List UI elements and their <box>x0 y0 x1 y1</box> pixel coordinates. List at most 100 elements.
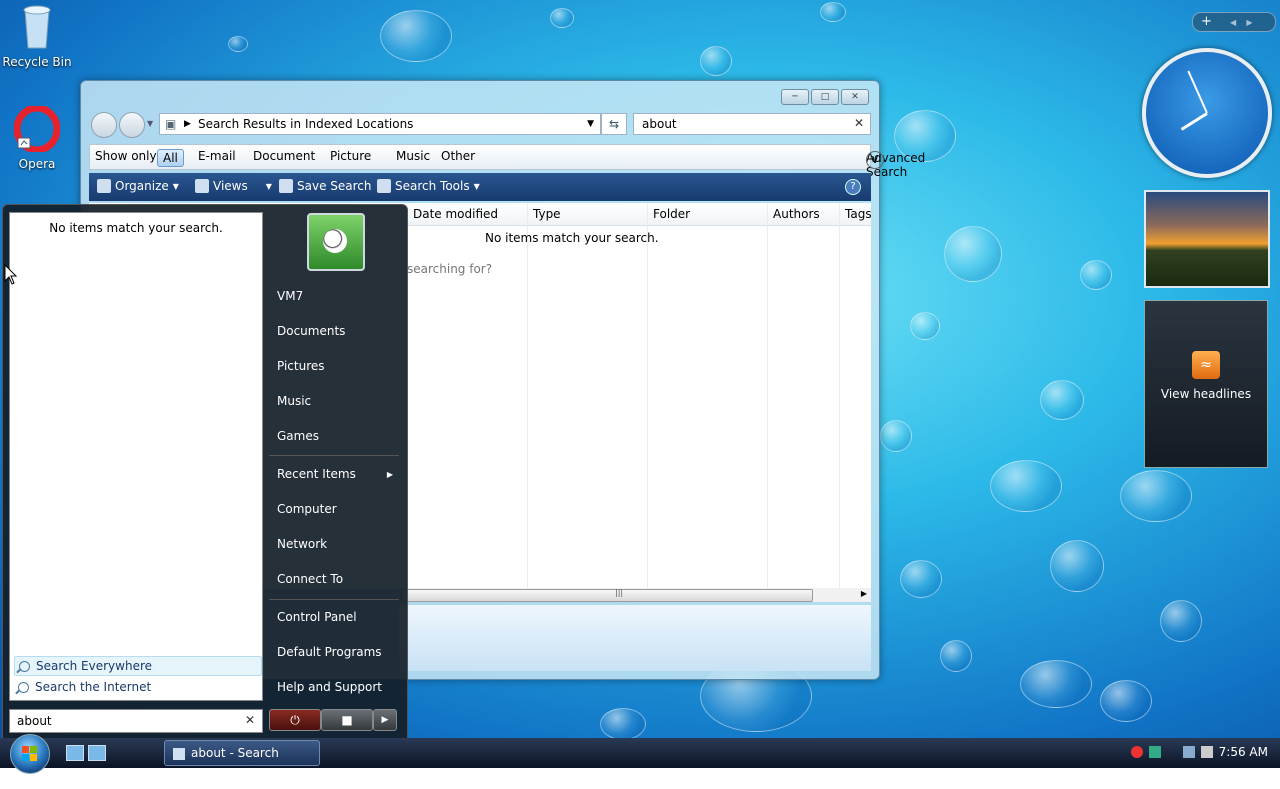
previous-icon[interactable]: ◀ <box>1230 18 1236 27</box>
start-button[interactable] <box>10 734 50 774</box>
mouse-cursor-icon <box>4 264 18 285</box>
user-picture[interactable] <box>307 213 365 271</box>
search-hint-text: searching for? <box>407 262 493 276</box>
address-dropdown-icon[interactable]: ▼ <box>587 114 594 134</box>
search-everywhere-link[interactable]: Search Everywhere <box>14 656 262 676</box>
search-tools-button[interactable]: Search Tools ▼ <box>377 179 480 193</box>
start-item-user[interactable]: VM7 <box>277 289 303 303</box>
filter-other[interactable]: Other <box>441 149 475 163</box>
column-type[interactable]: Type <box>533 207 561 221</box>
start-item-recent-items[interactable]: Recent Items <box>277 467 356 481</box>
search-internet-link[interactable]: Search the Internet <box>14 678 260 696</box>
desktop-icon-recycle-bin[interactable]: Recycle Bin <box>2 2 72 69</box>
shutdown-options-button[interactable]: ▶ <box>373 709 397 731</box>
bubble <box>900 560 942 598</box>
feed-headlines-gadget[interactable]: ≈ View headlines <box>1144 300 1268 468</box>
search-tools-icon <box>377 179 391 193</box>
start-item-music[interactable]: Music <box>277 394 311 408</box>
clear-search-icon[interactable]: ✕ <box>854 116 864 130</box>
minimize-button[interactable]: ─ <box>781 89 809 105</box>
start-menu-results: No items match your search. Search Every… <box>9 212 263 701</box>
help-icon[interactable]: ? <box>845 179 861 195</box>
search-tools-label: Search Tools <box>395 179 470 193</box>
dropdown-arrow-icon: ▼ <box>265 181 272 191</box>
scroll-right-icon[interactable]: ▶ <box>861 589 867 598</box>
start-item-default-programs[interactable]: Default Programs <box>277 645 382 659</box>
add-gadget-icon[interactable]: + <box>1201 14 1212 29</box>
bubble <box>910 312 940 340</box>
security-alert-icon[interactable] <box>1130 746 1143 758</box>
organize-button[interactable]: Organize ▼ <box>97 179 179 193</box>
save-search-button[interactable]: Save Search <box>279 179 372 193</box>
search-internet-label: Search the Internet <box>35 680 152 694</box>
bubble <box>550 8 574 28</box>
filter-document[interactable]: Document <box>253 149 315 163</box>
start-item-help-support[interactable]: Help and Support <box>277 680 382 694</box>
desktop-icon-opera[interactable]: Opera <box>2 104 72 171</box>
column-divider <box>647 203 648 589</box>
power-controls: ⏻ ■ ▶ <box>269 709 397 731</box>
start-item-documents[interactable]: Documents <box>277 324 345 338</box>
views-button[interactable]: Views ▼ <box>195 179 272 193</box>
power-button[interactable]: ⏻ <box>269 709 321 731</box>
back-button[interactable] <box>91 112 117 138</box>
maximize-button[interactable]: □ <box>811 89 839 105</box>
windows-defender-icon[interactable] <box>1148 746 1161 758</box>
clock-gadget[interactable] <box>1142 48 1272 178</box>
address-bar[interactable]: ▣ ▶ Search Results in Indexed Locations … <box>159 113 601 135</box>
volume-muted-icon[interactable] <box>1200 746 1213 758</box>
lock-button[interactable]: ■ <box>321 709 373 731</box>
column-divider <box>527 203 528 589</box>
horizontal-scrollbar[interactable]: ||| ▶ <box>401 588 871 602</box>
network-icon[interactable] <box>1182 746 1195 758</box>
show-desktop-icon[interactable] <box>66 745 84 761</box>
clear-search-icon[interactable]: ✕ <box>245 713 255 727</box>
refresh-button[interactable]: ⇆ <box>601 113 627 135</box>
filter-music[interactable]: Music <box>396 149 430 163</box>
close-button[interactable]: ✕ <box>841 89 869 105</box>
column-authors[interactable]: Authors <box>773 207 820 221</box>
bubble <box>1160 600 1202 642</box>
column-tags[interactable]: Tags <box>845 207 872 221</box>
slideshow-gadget[interactable] <box>1144 190 1270 288</box>
start-item-control-panel[interactable]: Control Panel <box>277 610 357 624</box>
next-icon[interactable]: ▶ <box>1246 18 1252 27</box>
power-icon: ⏻ <box>290 713 300 727</box>
chevron-down-icon: ∨ <box>866 151 884 169</box>
bubble <box>820 2 846 22</box>
start-search-input[interactable] <box>15 710 239 732</box>
start-search-box[interactable]: ✕ <box>9 709 263 733</box>
filter-all[interactable]: All <box>157 149 184 167</box>
start-item-pictures[interactable]: Pictures <box>277 359 325 373</box>
forward-button[interactable] <box>119 112 145 138</box>
system-tray: 7:56 AM <box>1130 745 1268 759</box>
details-pane <box>399 605 871 671</box>
start-item-computer[interactable]: Computer <box>277 502 337 516</box>
scrollbar-thumb[interactable] <box>401 589 813 602</box>
show-only-bar: Show only: All E-mail Document Picture M… <box>89 144 925 179</box>
lock-icon: ■ <box>341 713 353 727</box>
start-item-connect-to[interactable]: Connect To <box>277 572 343 586</box>
taskbar-button-search-results[interactable]: about - Search Resu... <box>164 740 320 784</box>
bubble <box>228 36 248 52</box>
breadcrumb-arrow-icon[interactable]: ▶ <box>184 114 191 134</box>
filter-email[interactable]: E-mail <box>198 149 236 163</box>
history-dropdown-icon[interactable]: ▼ <box>147 119 153 128</box>
search-input[interactable] <box>640 114 844 134</box>
filter-picture[interactable]: Picture <box>330 149 371 163</box>
start-item-games[interactable]: Games <box>277 429 319 443</box>
desktop-icon-label: Recycle Bin <box>2 55 72 69</box>
bubble <box>880 420 912 452</box>
tray-clock[interactable]: 7:56 AM <box>1219 745 1268 759</box>
bubble <box>944 226 1002 282</box>
desktop-icon-label: Opera <box>18 157 56 171</box>
bubble <box>1040 380 1084 420</box>
search-folder-icon <box>173 747 185 760</box>
search-box[interactable]: ✕ <box>633 113 871 135</box>
column-folder[interactable]: Folder <box>653 207 690 221</box>
recycle-bin-icon <box>23 5 51 49</box>
column-date-modified[interactable]: Date modified <box>413 207 498 221</box>
start-item-network[interactable]: Network <box>277 537 327 551</box>
bubble <box>600 708 646 738</box>
switch-windows-icon[interactable] <box>88 745 106 761</box>
